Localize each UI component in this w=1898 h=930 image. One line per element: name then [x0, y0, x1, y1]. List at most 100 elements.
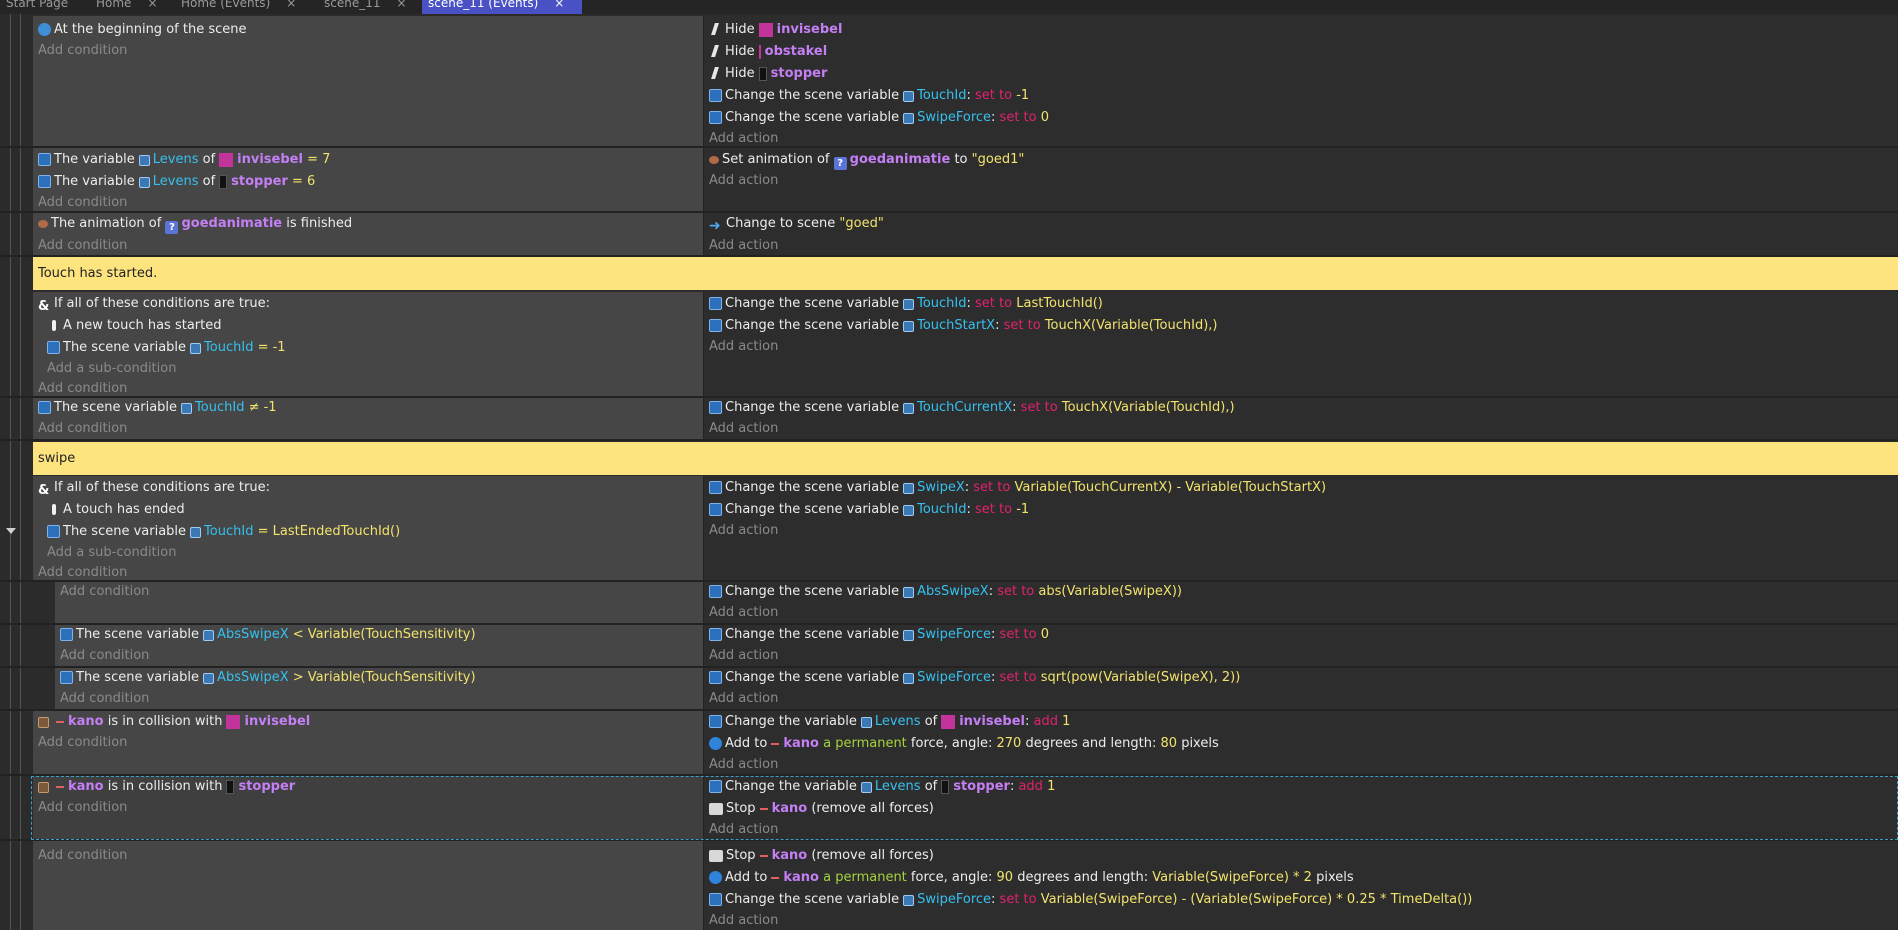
close-icon[interactable]: ×	[286, 0, 296, 10]
actions-panel[interactable]: Set animation of ? goedanimatie to "goed1…	[704, 148, 1898, 213]
actions-panel[interactable]: Change the scene variable SwipeForce: set…	[704, 625, 1898, 668]
action-row[interactable]: Hide obstakel	[709, 42, 827, 62]
action-row[interactable]: Change the scene variable SwipeForce: set…	[709, 108, 1049, 128]
condition-row[interactable]: At the beginning of the scene	[38, 20, 246, 40]
conditions-panel[interactable]: The scene variable AbsSwipeX > Variable(T…	[55, 668, 704, 711]
conditions-panel[interactable]: At the beginning of the scene Add condit…	[33, 16, 704, 148]
action-row[interactable]: Change the variable Levens of stopper: add…	[709, 777, 1055, 797]
event-apply-swipe-force[interactable]: Add condition Stop kano (remove all force…	[0, 841, 1898, 930]
actions-panel[interactable]: Hide invisebel Hide obstakel Hide stopper C…	[704, 16, 1898, 148]
actions-panel[interactable]: Change the scene variable SwipeForce: set…	[704, 668, 1898, 711]
close-icon[interactable]: ×	[554, 0, 564, 10]
subcondition-row[interactable]: A touch has ended	[47, 500, 185, 520]
comment-swipe[interactable]: swipe	[33, 442, 1898, 475]
add-action[interactable]: Add action	[709, 603, 778, 623]
actions-panel[interactable]: Change the scene variable TouchCurrentX: …	[704, 398, 1898, 441]
condition-row[interactable]: kano is in collision with invisebel	[38, 712, 310, 732]
add-action[interactable]: Add action	[709, 689, 778, 709]
action-row[interactable]: Change the variable Levens of invisebel: a…	[709, 712, 1070, 732]
add-condition[interactable]: Add condition	[38, 236, 127, 256]
add-condition[interactable]: Add condition	[38, 419, 127, 439]
action-row[interactable]: Change the scene variable AbsSwipeX: set …	[709, 582, 1182, 602]
add-condition[interactable]: Add condition	[38, 41, 127, 61]
conditions-panel[interactable]: The variable Levens of invisebel = 7 The v…	[33, 148, 704, 213]
conditions-panel[interactable]: The animation of ? goedanimatie is finish…	[33, 213, 704, 257]
conditions-panel[interactable]: The scene variable AbsSwipeX < Variable(T…	[55, 625, 704, 668]
actions-panel[interactable]: Change the scene variable AbsSwipeX: set …	[704, 582, 1898, 625]
subevent-abs-swipe[interactable]: Add condition Change the scene variable A…	[0, 582, 1898, 625]
condition-row[interactable]: & If all of these conditions are true:	[38, 478, 270, 498]
event-animation-finished[interactable]: The animation of ? goedanimatie is finish…	[0, 213, 1898, 257]
event-touch-start[interactable]: & If all of these conditions are true: A …	[0, 292, 1898, 398]
subcondition-row[interactable]: A new touch has started	[47, 316, 221, 336]
action-row[interactable]: Change the scene variable SwipeForce: set…	[709, 625, 1049, 645]
add-action[interactable]: Add action	[709, 337, 778, 357]
action-row[interactable]: Change the scene variable TouchId: set to…	[709, 500, 1029, 520]
condition-row[interactable]: The variable Levens of invisebel = 7	[38, 150, 330, 170]
event-kano-hits-stopper[interactable]: kano is in collision with stopper Add con…	[0, 776, 1898, 841]
add-action[interactable]: Add action	[709, 236, 778, 256]
actions-panel[interactable]: Stop kano (remove all forces) Add to kano …	[704, 841, 1898, 930]
action-row[interactable]: Stop kano (remove all forces)	[709, 799, 934, 819]
add-condition[interactable]: Add condition	[38, 193, 127, 213]
actions-panel[interactable]: Change the scene variable TouchId: set to…	[704, 292, 1898, 398]
action-row[interactable]: ➜ Change to scene "goed"	[709, 214, 884, 234]
action-row[interactable]: Hide invisebel	[709, 20, 842, 40]
add-action[interactable]: Add action	[709, 911, 778, 930]
action-row[interactable]: Change the scene variable TouchId: set to…	[709, 294, 1103, 314]
conditions-panel[interactable]: kano is in collision with stopper Add con…	[33, 776, 704, 841]
conditions-panel[interactable]: Add condition	[33, 841, 704, 930]
subcondition-row[interactable]: The scene variable TouchId = -1	[47, 338, 286, 358]
add-action[interactable]: Add action	[709, 521, 778, 541]
action-row[interactable]: Add to kano a permanent force, angle: 270…	[709, 734, 1219, 754]
add-action[interactable]: Add action	[709, 646, 778, 666]
add-action[interactable]: Add action	[709, 419, 778, 439]
action-row[interactable]: Stop kano (remove all forces)	[709, 846, 934, 866]
event-kano-hits-invisebel[interactable]: kano is in collision with invisebel Add c…	[0, 711, 1898, 776]
add-condition[interactable]: Add condition	[60, 689, 149, 709]
subevent-above-sensitivity[interactable]: The scene variable AbsSwipeX > Variable(T…	[0, 668, 1898, 711]
condition-row[interactable]: The scene variable AbsSwipeX > Variable(T…	[60, 668, 476, 688]
event-touch-move[interactable]: The scene variable TouchId ≠ -1 Add condi…	[0, 398, 1898, 441]
action-row[interactable]: Change the scene variable SwipeForce: set…	[709, 890, 1472, 910]
add-condition[interactable]: Add condition	[38, 846, 127, 866]
condition-row[interactable]: The scene variable TouchId ≠ -1	[38, 398, 277, 418]
subevent-below-sensitivity[interactable]: The scene variable AbsSwipeX < Variable(T…	[0, 625, 1898, 668]
add-action[interactable]: Add action	[709, 171, 778, 191]
actions-panel[interactable]: Change the variable Levens of stopper: add…	[704, 776, 1898, 841]
action-row[interactable]: Change the scene variable TouchCurrentX: …	[709, 398, 1235, 418]
actions-panel[interactable]: ➜ Change to scene "goed" Add action	[704, 213, 1898, 257]
close-icon[interactable]: ×	[397, 0, 407, 10]
conditions-panel[interactable]: kano is in collision with invisebel Add c…	[33, 711, 704, 776]
add-action[interactable]: Add action	[709, 755, 778, 775]
action-row[interactable]: Change the scene variable TouchId: set to…	[709, 86, 1029, 106]
action-row[interactable]: Change the scene variable TouchStartX: se…	[709, 316, 1217, 336]
tab-home-events[interactable]: Home (Events) ×	[175, 0, 302, 14]
comment-touch-started[interactable]: Touch has started.	[33, 257, 1898, 290]
condition-row[interactable]: & If all of these conditions are true:	[38, 294, 270, 314]
conditions-panel[interactable]: Add condition	[55, 582, 704, 625]
add-subcondition[interactable]: Add a sub-condition	[47, 543, 176, 563]
event-levens-check[interactable]: The variable Levens of invisebel = 7 The v…	[0, 148, 1898, 213]
action-row[interactable]: Add to kano a permanent force, angle: 90 …	[709, 868, 1354, 888]
action-row[interactable]: Hide stopper	[709, 64, 827, 84]
add-subcondition[interactable]: Add a sub-condition	[47, 359, 176, 379]
tab-scene-11[interactable]: scene_11 ×	[318, 0, 413, 14]
add-condition[interactable]: Add condition	[60, 582, 149, 602]
add-condition[interactable]: Add condition	[38, 798, 127, 818]
conditions-panel[interactable]: & If all of these conditions are true: A …	[33, 476, 704, 582]
condition-row[interactable]: kano is in collision with stopper	[38, 777, 295, 797]
condition-row[interactable]: The variable Levens of stopper = 6	[38, 172, 315, 192]
tab-scene-11-events[interactable]: scene_11 (Events) ×	[422, 0, 582, 14]
tab-home[interactable]: Home ×	[90, 0, 164, 14]
action-row[interactable]: Change the scene variable SwipeX: set to …	[709, 478, 1326, 498]
condition-row[interactable]: The animation of ? goedanimatie is finish…	[38, 214, 352, 234]
condition-row[interactable]: The scene variable AbsSwipeX < Variable(T…	[60, 625, 476, 645]
subcondition-row[interactable]: The scene variable TouchId = LastEndedTou…	[47, 522, 400, 542]
event-touch-end[interactable]: & If all of these conditions are true: A …	[0, 476, 1898, 582]
action-row[interactable]: Change the scene variable SwipeForce: set…	[709, 668, 1240, 688]
add-condition[interactable]: Add condition	[60, 646, 149, 666]
conditions-panel[interactable]: & If all of these conditions are true: A …	[33, 292, 704, 398]
tab-start-page[interactable]: Start Page	[0, 0, 74, 14]
action-row[interactable]: Set animation of ? goedanimatie to "goed1…	[709, 150, 1024, 170]
